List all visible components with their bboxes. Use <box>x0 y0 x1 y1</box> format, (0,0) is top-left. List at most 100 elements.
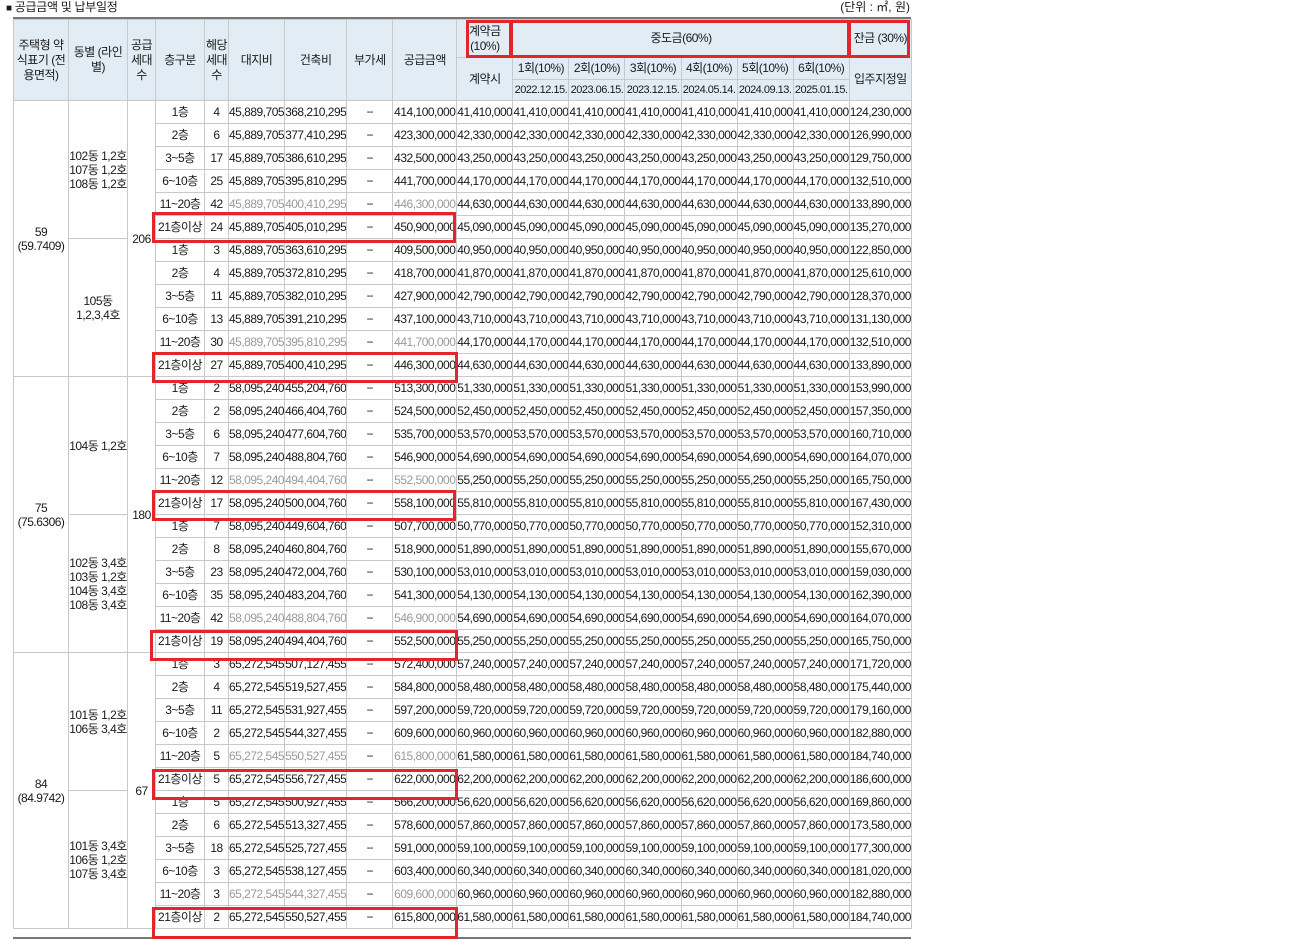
install-1-cell: 57,240,000 <box>512 652 570 676</box>
land-cell: 45,889,705 <box>227 169 286 193</box>
units-cell: 8 <box>204 537 229 561</box>
install-6-cell: 61,580,000 <box>792 744 850 768</box>
deposit-cell: 60,960,000 <box>456 882 514 906</box>
header-date-6: 2025.01.15. <box>792 79 850 101</box>
install-1-cell: 54,690,000 <box>512 445 570 469</box>
install-1-cell: 51,330,000 <box>512 376 570 400</box>
install-4-cell: 56,620,000 <box>680 790 738 814</box>
price-cell: 552,500,000 <box>392 468 458 492</box>
install-1-cell: 61,580,000 <box>512 905 570 929</box>
price-cell: 609,600,000 <box>392 721 458 745</box>
move-in-cell: 169,860,000 <box>848 790 912 814</box>
install-3-cell: 60,960,000 <box>624 882 682 906</box>
install-1-cell: 53,010,000 <box>512 560 570 584</box>
construction-cell: 466,404,760 <box>284 399 348 423</box>
units-cell: 6 <box>204 813 229 837</box>
install-5-cell: 54,690,000 <box>736 606 794 630</box>
install-1-cell: 44,630,000 <box>512 192 570 216</box>
install-2-cell: 44,630,000 <box>568 353 626 377</box>
land-cell: 45,889,705 <box>227 192 286 216</box>
install-2-cell: 54,690,000 <box>568 445 626 469</box>
price-cell: 558,100,000 <box>392 491 458 515</box>
land-cell: 58,095,240 <box>227 468 286 492</box>
land-cell: 65,272,545 <box>227 675 286 699</box>
vat-cell: − <box>346 859 394 883</box>
install-4-cell: 41,870,000 <box>680 261 738 285</box>
install-5-cell: 54,130,000 <box>736 583 794 607</box>
header-supply-units: 공급 세대 수 <box>127 19 156 101</box>
install-2-cell: 41,410,000 <box>568 100 626 124</box>
install-2-cell: 56,620,000 <box>568 790 626 814</box>
install-2-cell: 54,690,000 <box>568 606 626 630</box>
install-5-cell: 51,890,000 <box>736 537 794 561</box>
install-1-cell: 44,630,000 <box>512 353 570 377</box>
header-move-in: 입주지정일 <box>848 57 912 101</box>
install-1-cell: 43,710,000 <box>512 307 570 331</box>
install-5-cell: 59,720,000 <box>736 698 794 722</box>
install-3-cell: 61,580,000 <box>624 744 682 768</box>
vat-cell: − <box>346 307 394 331</box>
install-2-cell: 51,330,000 <box>568 376 626 400</box>
units-cell: 42 <box>204 192 229 216</box>
install-5-cell: 42,790,000 <box>736 284 794 308</box>
units-cell: 7 <box>204 445 229 469</box>
type-cell: 84 (84.9742) <box>13 652 69 929</box>
header-construction: 건축비 <box>284 19 348 101</box>
price-cell: 432,500,000 <box>392 146 458 170</box>
install-2-cell: 50,770,000 <box>568 514 626 538</box>
install-5-cell: 44,630,000 <box>736 353 794 377</box>
price-cell: 546,900,000 <box>392 606 458 630</box>
install-5-cell: 61,580,000 <box>736 744 794 768</box>
units-cell: 3 <box>204 238 229 262</box>
install-4-cell: 54,690,000 <box>680 606 738 630</box>
deposit-cell: 52,450,000 <box>456 399 514 423</box>
construction-cell: 477,604,760 <box>284 422 348 446</box>
move-in-cell: 179,160,000 <box>848 698 912 722</box>
floor-cell: 21층이상 <box>155 215 205 239</box>
vat-cell: − <box>346 491 394 515</box>
install-5-cell: 43,710,000 <box>736 307 794 331</box>
units-cell: 4 <box>204 675 229 699</box>
land-cell: 65,272,545 <box>227 790 286 814</box>
price-cell: 552,500,000 <box>392 629 458 653</box>
construction-cell: 395,810,295 <box>284 169 348 193</box>
install-2-cell: 42,330,000 <box>568 123 626 147</box>
deposit-cell: 56,620,000 <box>456 790 514 814</box>
header-deposit: 계약금 (10%) <box>456 19 514 58</box>
deposit-cell: 53,570,000 <box>456 422 514 446</box>
price-cell: 622,000,000 <box>392 767 458 791</box>
vat-cell: − <box>346 399 394 423</box>
vat-cell: − <box>346 698 394 722</box>
deposit-cell: 57,860,000 <box>456 813 514 837</box>
install-5-cell: 55,250,000 <box>736 468 794 492</box>
floor-cell: 21층이상 <box>155 767 205 791</box>
install-3-cell: 41,870,000 <box>624 261 682 285</box>
install-3-cell: 54,130,000 <box>624 583 682 607</box>
install-4-cell: 60,960,000 <box>680 721 738 745</box>
install-3-cell: 57,860,000 <box>624 813 682 837</box>
install-3-cell: 42,330,000 <box>624 123 682 147</box>
install-3-cell: 54,690,000 <box>624 445 682 469</box>
install-3-cell: 51,890,000 <box>624 537 682 561</box>
move-in-cell: 132,510,000 <box>848 330 912 354</box>
land-cell: 65,272,545 <box>227 721 286 745</box>
price-cell: 441,700,000 <box>392 169 458 193</box>
floor-cell: 6~10층 <box>155 721 205 745</box>
units-cell: 5 <box>204 767 229 791</box>
units-cell: 5 <box>204 744 229 768</box>
price-cell: 418,700,000 <box>392 261 458 285</box>
install-1-cell: 50,770,000 <box>512 514 570 538</box>
install-5-cell: 55,250,000 <box>736 629 794 653</box>
units-cell: 35 <box>204 583 229 607</box>
install-4-cell: 59,720,000 <box>680 698 738 722</box>
floor-cell: 3~5층 <box>155 698 205 722</box>
deposit-cell: 41,870,000 <box>456 261 514 285</box>
price-cell: 423,300,000 <box>392 123 458 147</box>
install-5-cell: 53,010,000 <box>736 560 794 584</box>
install-1-cell: 61,580,000 <box>512 744 570 768</box>
install-2-cell: 59,100,000 <box>568 836 626 860</box>
deposit-cell: 60,340,000 <box>456 859 514 883</box>
install-2-cell: 40,950,000 <box>568 238 626 262</box>
construction-cell: 494,404,760 <box>284 629 348 653</box>
install-1-cell: 44,170,000 <box>512 330 570 354</box>
